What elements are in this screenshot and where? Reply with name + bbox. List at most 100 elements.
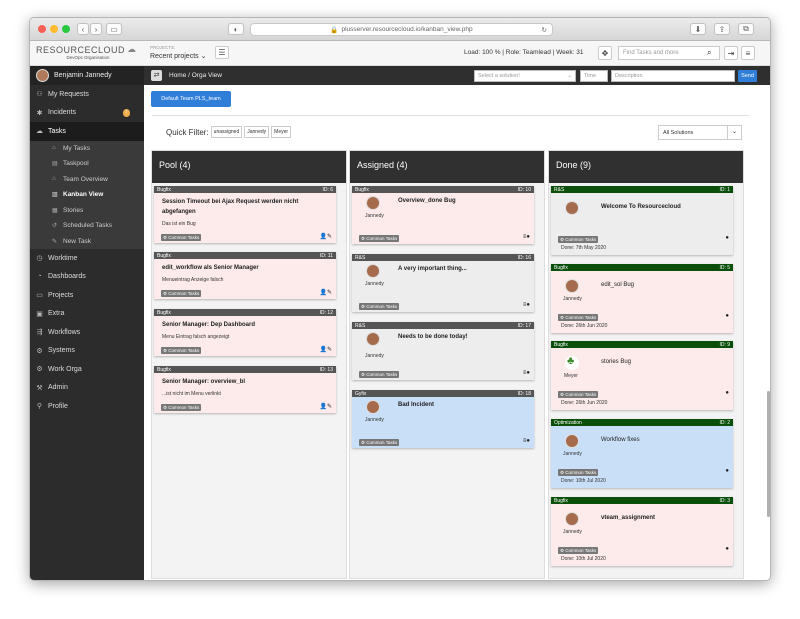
sidebar-item-admin[interactable]: ⚒ Admin — [30, 379, 144, 398]
share-icon[interactable]: ⇪ — [714, 23, 730, 35]
shield-icon[interactable]: ◐ — [228, 23, 244, 35]
users-icon: ⚇ — [36, 91, 43, 99]
card-actions[interactable]: ≡● — [523, 370, 530, 376]
menu-icon[interactable]: ≡ — [741, 46, 755, 60]
info-icon[interactable]: ● — [526, 234, 530, 240]
task-card[interactable]: R&S ID: 17 Jannedy Needs to be done today… — [352, 322, 534, 380]
avatar — [565, 512, 579, 526]
sidebar-subitem-taskpool[interactable]: ▤ Taskpool — [30, 156, 144, 172]
database-icon: ▤ — [52, 161, 58, 168]
edit-icon[interactable]: ✎ — [327, 290, 332, 296]
sidebar-item-incidents[interactable]: ✱ Incidents! — [30, 104, 144, 123]
task-card[interactable]: Bugfix ID: 5 Jannedy edit_sol Bug ⚙ Commo… — [551, 264, 733, 333]
kanban-column-done: Done (9) R&S ID: 1 Welcome To Resourceclo… — [548, 150, 744, 579]
address-bar[interactable]: 🔒 plusserver.resourcecloud.io/kanban_view… — [250, 23, 553, 36]
dashboard-icon: ◔ — [37, 273, 42, 281]
forward-icon[interactable]: › — [90, 23, 102, 35]
logout-icon[interactable]: ⇥ — [724, 46, 738, 60]
send-button[interactable]: Send — [738, 70, 757, 82]
edit-icon[interactable]: ✎ — [327, 234, 332, 240]
info-icon[interactable]: ● — [526, 302, 530, 308]
info-icon[interactable]: ● — [526, 438, 530, 444]
projects-select[interactable]: Recent projects ⌄ — [150, 52, 206, 60]
sidebar-item-profile[interactable]: ⚲ Profile — [30, 397, 144, 416]
sidebar-item-extra[interactable]: ▣ Extra — [30, 305, 144, 324]
task-card[interactable]: Bugfix ID: 13 Senior Manager: overview_bl… — [154, 366, 336, 413]
info-icon[interactable]: ● — [725, 235, 729, 241]
tag-badge: ⚙ Common Tasks — [558, 314, 599, 321]
maximize-window-button[interactable] — [62, 25, 70, 33]
card-actions[interactable]: ≡● — [523, 438, 530, 444]
task-card[interactable]: Bugfix ID: 3 Jannedy vteam_assignment ⚙ C… — [551, 497, 733, 566]
sidebar-subitem-team-overview[interactable]: ⌂ Team Overview — [30, 171, 144, 187]
sidebar-item-workflows[interactable]: ⇶ Workflows — [30, 323, 144, 342]
card-actions[interactable]: ≡● — [523, 234, 530, 240]
url-text: plusserver.resourcecloud.io/kanban_view.… — [341, 26, 473, 33]
refresh-icon[interactable]: ⇄ — [151, 70, 162, 81]
card-actions[interactable]: ≡● — [523, 302, 530, 308]
sidebar-subitem-stories[interactable]: ▦ Stories — [30, 202, 144, 218]
kanban-icon: ▥ — [52, 192, 58, 199]
sidebar-subitem-my-tasks[interactable]: ⌂ My Tasks — [30, 140, 144, 156]
assign-user-icon[interactable]: 👤 — [319, 347, 326, 353]
task-card[interactable]: Optimization ID: 2 Jannedy Workflow fixes… — [551, 419, 733, 488]
cloud-icon: ☁ — [36, 128, 43, 136]
info-icon[interactable]: ● — [725, 546, 729, 552]
card-actions[interactable]: 👤✎ — [319, 233, 332, 240]
avatar — [366, 332, 380, 346]
description-input[interactable]: Description — [611, 70, 735, 82]
sidebar-item-dashboards[interactable]: ◔ Dashboards — [30, 268, 144, 287]
reload-icon[interactable]: ↻ — [542, 26, 547, 34]
projects-label: PROJECTS: — [150, 45, 176, 50]
close-window-button[interactable] — [38, 25, 46, 33]
minimize-window-button[interactable] — [50, 25, 58, 33]
list-icon[interactable]: ☰ — [215, 46, 229, 59]
sidebar-item-projects[interactable]: ▭ Projects — [30, 286, 144, 305]
filter-chip-jannedy[interactable]: Jannedy — [244, 126, 270, 138]
task-card[interactable]: Bugfix ID: 12 Senior Manager: Dep Dashboa… — [154, 309, 336, 356]
info-icon[interactable]: ● — [526, 370, 530, 376]
sidebar-subitem-kanban-view[interactable]: ▥ Kanban View — [30, 187, 144, 203]
search-input[interactable]: Find Tasks and more — [618, 46, 720, 60]
task-card[interactable]: Bugfix ID: 6 Session Timeout bei Ajax Req… — [154, 186, 336, 243]
assign-user-icon[interactable]: 👤 — [319, 234, 326, 240]
filter-chip-unassigned[interactable]: unassigned — [210, 126, 243, 138]
download-icon[interactable]: ⬇ — [690, 23, 706, 35]
back-icon[interactable]: ‹ — [77, 23, 89, 35]
info-icon[interactable]: ● — [725, 468, 729, 474]
sidebar-item-systems[interactable]: ⚙ Systems — [30, 342, 144, 361]
move-icon[interactable]: ✥ — [598, 46, 612, 60]
card-actions[interactable]: 👤✎ — [319, 289, 332, 296]
team-button[interactable]: Default Team PLS_team — [151, 91, 231, 107]
sidebar-subitem-new-task[interactable]: ✎ New Task — [30, 233, 144, 249]
assign-user-icon[interactable]: 👤 — [319, 290, 326, 296]
edit-icon[interactable]: ✎ — [327, 404, 332, 410]
assign-user-icon[interactable]: 👤 — [319, 404, 326, 410]
sidebar-subitem-scheduled-tasks[interactable]: ↺ Scheduled Tasks — [30, 218, 144, 234]
scrollbar[interactable] — [767, 391, 770, 517]
search-icon[interactable]: ⌕ — [707, 48, 711, 58]
info-icon[interactable]: ● — [725, 390, 729, 396]
task-card[interactable]: R&S ID: 16 Jannedy A very important thing… — [352, 254, 534, 312]
time-input[interactable]: Time — [580, 70, 608, 82]
task-card[interactable]: Bugfix ID: 10 Jannedy Overview_done Bug ⚙… — [352, 186, 534, 244]
tag-badge: ⚙ Common Tasks — [359, 235, 400, 242]
card-actions[interactable]: 👤✎ — [319, 346, 332, 353]
info-icon[interactable]: ● — [725, 313, 729, 319]
solution-select[interactable]: Select a solution! ⌄ — [474, 70, 576, 82]
task-card[interactable]: Bugfix ID: 9 ♣ Meyer stories Bug ⚙ Common… — [551, 341, 733, 410]
tabs-icon[interactable]: ⧉ — [738, 23, 754, 35]
sidebar-item-worktime[interactable]: ◷ Worktime — [30, 249, 144, 268]
edit-icon[interactable]: ✎ — [327, 347, 332, 353]
sidebar-item-my-requests[interactable]: ⚇ My Requests — [30, 85, 144, 104]
card-actions[interactable]: 👤✎ — [319, 403, 332, 410]
task-card[interactable]: R&S ID: 1 Welcome To Resourcecloud ⚙ Comm… — [551, 186, 733, 255]
task-card[interactable]: Bugfix ID: 11 edit_workflow als Senior Ma… — [154, 252, 336, 299]
sidebar-item-work-orga[interactable]: ⚙ Work Orga — [30, 360, 144, 379]
sidebar-user[interactable]: Benjamin Jannedy — [30, 66, 144, 85]
sidebar-item-tasks[interactable]: ☁ Tasks — [30, 122, 144, 141]
sidebar-toggle-icon[interactable]: ▭ — [106, 23, 122, 35]
filter-chip-meyer[interactable]: Meyer — [271, 126, 292, 138]
all-solutions-select[interactable]: All Solutions ⌄ — [658, 125, 742, 140]
task-card[interactable]: Gyfix ID: 18 Jannedy Bad Incident ⚙ Commo… — [352, 390, 534, 448]
